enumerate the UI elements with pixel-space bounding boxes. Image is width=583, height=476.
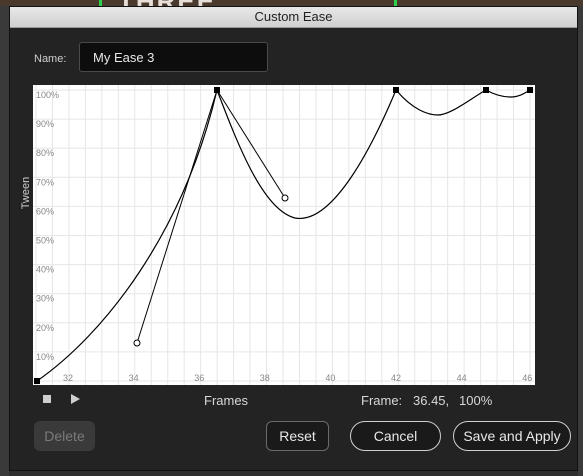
y-tick-label: 60% [36, 206, 54, 216]
play-icon[interactable] [71, 394, 80, 404]
name-input[interactable]: My Ease 3 [79, 42, 268, 72]
y-axis-title: Tween [20, 176, 32, 210]
y-tick-label: 50% [36, 236, 54, 246]
x-tick-label: 34 [129, 373, 139, 383]
y-tick-label: 90% [36, 119, 54, 129]
delete-button[interactable]: Delete [34, 421, 95, 451]
keyframe-point[interactable] [393, 87, 399, 93]
name-label: Name: [34, 53, 67, 65]
y-tick-label: 20% [36, 323, 54, 333]
y-tick-label: 80% [36, 148, 54, 158]
custom-ease-dialog: Custom Ease Name: My Ease 3 Tween 100% 90… [9, 6, 578, 471]
x-tick-label: 38 [260, 373, 270, 383]
keyframe-point[interactable] [214, 87, 220, 93]
frame-readout-value: 36.45, [413, 393, 450, 408]
x-axis-title: Frames [204, 393, 249, 408]
tween-readout-value: 100% [459, 393, 493, 408]
dialog-title: Custom Ease [10, 7, 577, 28]
reset-button[interactable]: Reset [266, 421, 329, 451]
x-tick-label: 40 [325, 373, 335, 383]
cancel-button[interactable]: Cancel [350, 421, 441, 451]
frame-readout-label: Frame: [361, 393, 403, 408]
x-tick-label: 44 [457, 373, 467, 383]
save-and-apply-button[interactable]: Save and Apply [453, 421, 571, 451]
keyframe-point[interactable] [34, 378, 40, 384]
tangent-handle[interactable] [133, 339, 141, 347]
y-tick-label: 30% [36, 294, 54, 304]
x-tick-label: 36 [194, 373, 204, 383]
y-tick-label: 10% [36, 352, 54, 362]
x-tick-label: 32 [63, 373, 73, 383]
background-panel-right [578, 6, 583, 476]
keyframe-point[interactable] [483, 87, 489, 93]
tangent-handle[interactable] [281, 194, 289, 202]
stop-icon[interactable] [43, 395, 51, 403]
y-tick-label: 100% [36, 90, 59, 100]
y-tick-label: 40% [36, 265, 54, 275]
ease-graph[interactable]: 100% 90% 80% 70% 60% 50% 40% 30% 20% 10% 32 34 36 38… [33, 85, 535, 385]
background-panel-left [0, 6, 9, 476]
x-tick-label: 46 [522, 373, 532, 383]
x-tick-label: 42 [391, 373, 401, 383]
keyframe-point[interactable] [527, 87, 533, 93]
y-tick-label: 70% [36, 177, 54, 187]
